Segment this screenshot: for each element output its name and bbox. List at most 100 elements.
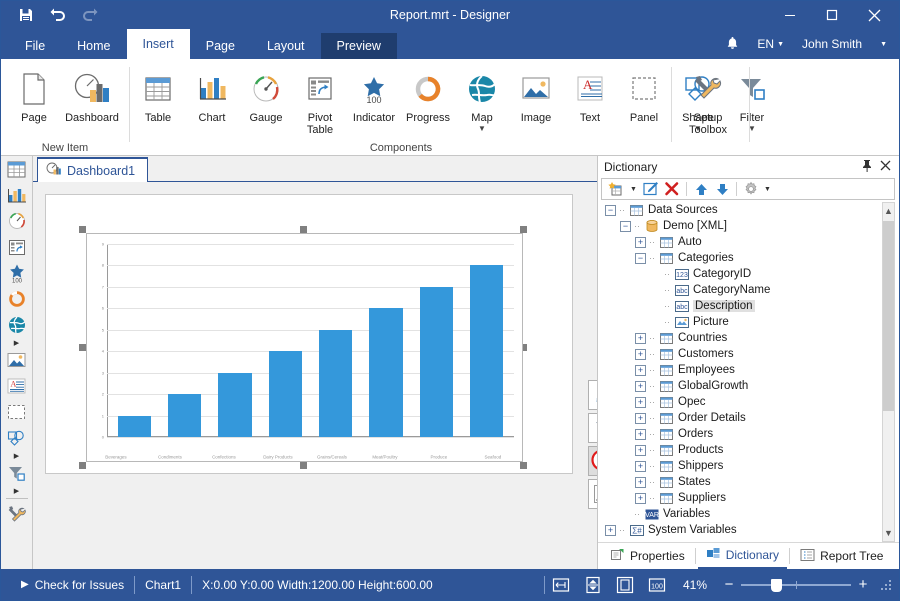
tree-collapse-icon[interactable]: − (635, 253, 646, 264)
tree-collapse-icon[interactable]: − (605, 205, 616, 216)
tree-expand-icon[interactable]: + (635, 493, 646, 504)
tab-layout[interactable]: Layout (251, 33, 321, 59)
toolbox-chart-icon[interactable] (2, 182, 32, 208)
toolbox-filter-chevron-icon[interactable]: ▶ (2, 486, 32, 495)
view-whole-page-icon[interactable] (609, 572, 641, 598)
chart-bar[interactable] (168, 394, 201, 437)
ribbon-button-table[interactable]: Table (131, 63, 185, 136)
chart-bar[interactable] (218, 373, 251, 437)
toolbox-shape-icon[interactable] (2, 425, 32, 451)
toolbox-map-icon[interactable] (2, 312, 32, 338)
delete-icon[interactable] (662, 179, 682, 199)
scroll-up-icon[interactable]: ▲ (883, 203, 894, 219)
chart-component[interactable]: 0123456789 BeveragesCondimentsConfection… (82, 229, 527, 466)
new-item-chevron-down-icon[interactable]: ▼ (628, 179, 639, 199)
toolbox-shape-chevron-icon[interactable]: ▶ (2, 451, 32, 460)
zoom-in-button[interactable]: + (851, 576, 875, 593)
ribbon-button-gauge[interactable]: Gauge (239, 63, 293, 136)
tab-insert[interactable]: Insert (127, 29, 190, 59)
ribbon-button-image[interactable]: Image (509, 63, 563, 136)
ribbon-button-chart[interactable]: Chart (185, 63, 239, 136)
tab-page[interactable]: Page (190, 33, 251, 59)
tree-expand-icon[interactable]: + (635, 349, 646, 360)
toolbox-pivot-table-icon[interactable] (2, 234, 32, 260)
toolbox-progress-icon[interactable] (2, 286, 32, 312)
report-page[interactable]: 0123456789 BeveragesCondimentsConfection… (45, 194, 573, 474)
tree-node[interactable]: +··Shippers (601, 458, 895, 474)
chart-bar[interactable] (420, 287, 453, 437)
tree-node[interactable]: +··Suppliers (601, 490, 895, 506)
toolbox-image-icon[interactable] (2, 347, 32, 373)
new-item-icon[interactable] (606, 179, 627, 199)
user-chevron-down-icon[interactable]: ▼ (876, 39, 893, 50)
tab-file[interactable]: File (9, 33, 61, 59)
tree-node[interactable]: ··abcCategoryName (601, 282, 895, 298)
tree-node[interactable]: ··VARVariables (601, 506, 895, 522)
tree-node[interactable]: +··Employees (601, 362, 895, 378)
toolbox-map-chevron-icon[interactable]: ▶ (2, 338, 32, 347)
move-up-arrow-icon[interactable] (588, 446, 597, 476)
tree-expand-icon[interactable]: + (635, 397, 646, 408)
document-tab-dashboard1[interactable]: Dashboard1 (37, 157, 148, 182)
tree-node[interactable]: +··Σ#System Variables (601, 522, 895, 538)
tree-collapse-icon[interactable]: − (620, 221, 631, 232)
toolbox-text-icon[interactable]: A (2, 373, 32, 399)
design-canvas[interactable]: 0123456789 BeveragesCondimentsConfection… (33, 182, 597, 569)
map-chevron-down-icon[interactable]: ▼ (478, 125, 486, 133)
toolbox-table-icon[interactable] (2, 156, 32, 182)
tree-expand-icon[interactable]: + (635, 413, 646, 424)
tree-expand-icon[interactable]: + (635, 477, 646, 488)
settings-chevron-down-icon[interactable]: ▼ (762, 179, 773, 199)
ribbon-button-map[interactable]: Map ▼ (455, 63, 509, 136)
tree-expand-icon[interactable]: + (635, 445, 646, 456)
tab-dictionary[interactable]: Dictionary (698, 544, 787, 569)
tree-node[interactable]: ··Picture (601, 314, 895, 330)
ribbon-button-page[interactable]: Page (7, 63, 61, 124)
scrollbar-thumb[interactable] (883, 221, 894, 411)
edit-pencil-icon[interactable] (588, 380, 597, 410)
view-continuous-icon[interactable] (577, 572, 609, 598)
tree-expand-icon[interactable]: + (635, 365, 646, 376)
tab-properties[interactable]: Properties (602, 544, 693, 569)
view-single-page-icon[interactable] (545, 572, 577, 598)
close-icon[interactable] (876, 160, 894, 174)
tree-node[interactable]: +··States (601, 474, 895, 490)
filter-funnel-icon[interactable] (588, 413, 597, 443)
tree-node[interactable]: ··123CategoryID (601, 266, 895, 282)
tree-node[interactable]: +··Products (601, 442, 895, 458)
tree-expand-icon[interactable]: + (635, 429, 646, 440)
chart-bar[interactable] (369, 308, 402, 437)
toolbox-indicator-icon[interactable]: 100 (2, 260, 32, 286)
chart-bar[interactable] (319, 330, 352, 437)
tree-node[interactable]: +··GlobalGrowth (601, 378, 895, 394)
dictionary-tree-scrollbar[interactable]: ▲ ▼ (882, 202, 895, 542)
resize-grip-icon[interactable] (879, 578, 893, 592)
chart-bar[interactable] (118, 416, 151, 437)
user-menu[interactable]: John Smith (798, 35, 866, 53)
edit-icon[interactable] (640, 179, 661, 199)
ribbon-button-progress[interactable]: Progress (401, 63, 455, 136)
tree-node[interactable]: +··Opec (601, 394, 895, 410)
toolbox-gauge-icon[interactable] (2, 208, 32, 234)
tree-node[interactable]: +··Order Details (601, 410, 895, 426)
ribbon-button-panel[interactable]: Panel (617, 63, 671, 136)
tab-preview[interactable]: Preview (321, 33, 397, 59)
minimize-button[interactable] (769, 1, 811, 29)
view-actual-size-icon[interactable]: 100 (641, 572, 673, 598)
tree-expand-icon[interactable]: + (635, 461, 646, 472)
zoom-slider[interactable] (741, 577, 851, 593)
move-down-icon[interactable] (712, 179, 732, 199)
chart-type-icon[interactable] (588, 479, 597, 509)
chart-bar[interactable] (470, 265, 503, 437)
tree-node[interactable]: +··Auto (601, 234, 895, 250)
ribbon-button-pivot-table[interactable]: Pivot Table (293, 63, 347, 136)
chart-bar[interactable] (269, 351, 302, 437)
ribbon-button-text[interactable]: A Text (563, 63, 617, 136)
tree-node[interactable]: +··Orders (601, 426, 895, 442)
zoom-out-button[interactable]: − (717, 576, 741, 593)
scroll-down-icon[interactable]: ▼ (883, 525, 894, 541)
tree-node[interactable]: +··Customers (601, 346, 895, 362)
zoom-slider-knob[interactable] (771, 579, 782, 592)
check-for-issues-button[interactable]: ▶ Check for Issues (11, 578, 134, 592)
toolbox-filter-icon[interactable] (2, 460, 32, 486)
